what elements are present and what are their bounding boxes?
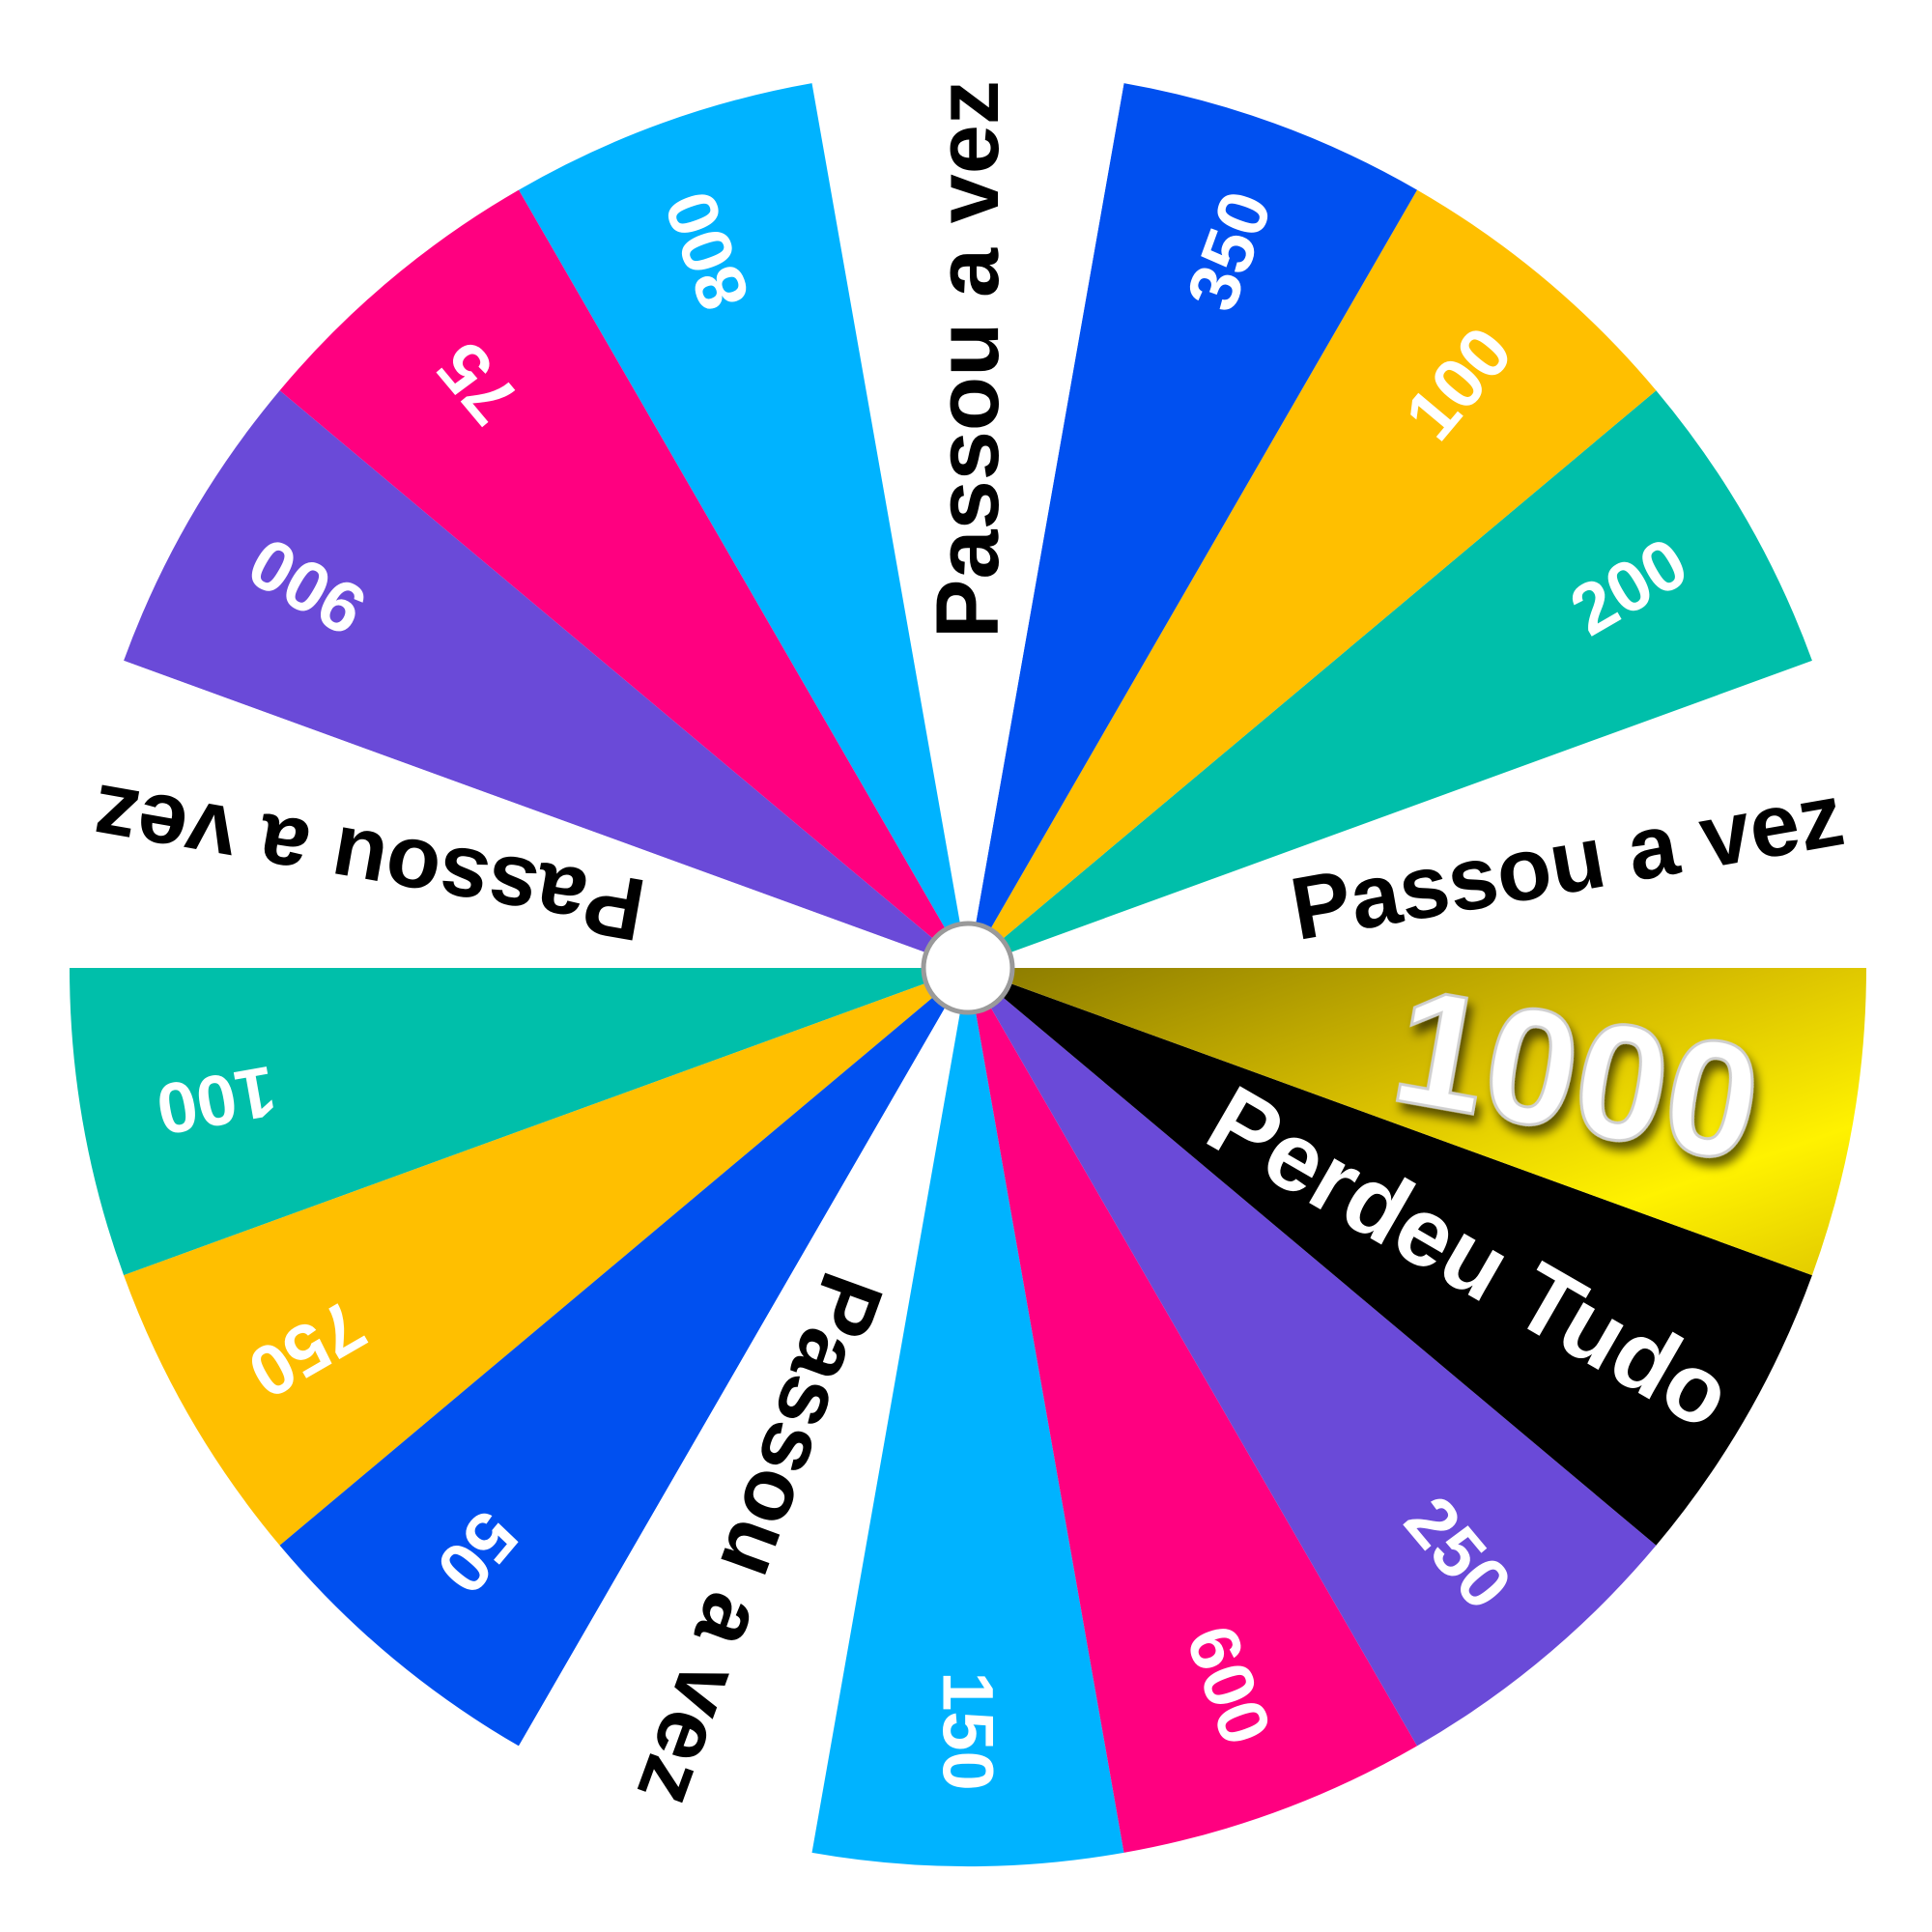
wheel-label-13: 150	[928, 1671, 1009, 1790]
wheel-label-4: Passou a vez	[919, 80, 1017, 639]
prize-wheel[interactable]: Passou a vez200100350Passou a vez8007590…	[0, 0, 1932, 1932]
wheel-hub[interactable]	[921, 921, 1015, 1015]
